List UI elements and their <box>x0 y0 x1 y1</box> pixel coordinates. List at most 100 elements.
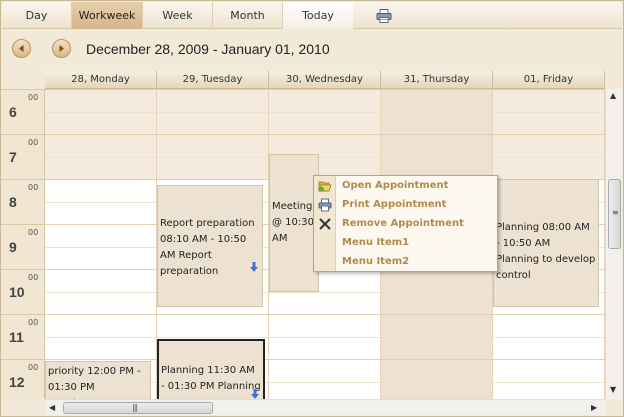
arrow-right-icon <box>59 45 64 52</box>
time-slot[interactable] <box>493 336 604 360</box>
time-slot[interactable] <box>381 336 492 360</box>
minute-label: 00 <box>28 363 39 372</box>
appointment-selected[interactable]: Planning 11:30 AM - 01:30 PM Planning <box>157 339 265 399</box>
hour-number: 12 <box>9 374 25 390</box>
time-slot[interactable] <box>381 111 492 135</box>
day-header[interactable]: 01, Friday <box>493 71 605 89</box>
view-week-button[interactable]: Week <box>143 2 213 29</box>
arrow-left-icon <box>19 45 24 52</box>
recurrence-arrow-icon <box>251 389 259 399</box>
day-header-row: 28, Monday 29, Tuesday 30, Wednesday 31,… <box>45 71 605 89</box>
time-slot[interactable] <box>45 314 156 337</box>
time-slot[interactable] <box>45 111 156 135</box>
appointment[interactable]: priority 12:00 PM - 01:30 PM appointment <box>45 361 151 399</box>
time-slot[interactable] <box>45 269 156 292</box>
view-toolbar: Day Workweek Week Month Today <box>2 2 622 29</box>
today-button[interactable]: Today <box>283 2 353 29</box>
time-slot[interactable] <box>45 336 156 360</box>
time-slot[interactable] <box>157 134 268 157</box>
menu-item-label: Menu Item2 <box>342 256 410 267</box>
next-period-button[interactable] <box>52 39 71 58</box>
appointment[interactable]: Meeting @ 10:30 AM <box>269 154 319 292</box>
time-slot[interactable] <box>157 89 268 112</box>
time-slot[interactable] <box>381 291 492 315</box>
day-header[interactable]: 30, Wednesday <box>269 71 381 89</box>
time-slot[interactable] <box>269 359 380 382</box>
scheduler-window: Day Workweek Week Month Today December 2… <box>0 0 624 417</box>
time-slot[interactable] <box>493 89 604 112</box>
minute-label: 00 <box>28 183 39 192</box>
vertical-scroll-thumb[interactable]: ≡ <box>608 179 621 249</box>
time-slot[interactable] <box>381 134 492 157</box>
time-slot[interactable] <box>45 134 156 157</box>
hour-label: 12 00 <box>1 359 45 399</box>
time-slot[interactable] <box>381 359 492 382</box>
day-header[interactable]: 28, Monday <box>45 71 157 89</box>
appointment-text: Meeting @ 10:30 AM <box>272 201 314 244</box>
time-slot[interactable] <box>381 381 492 399</box>
hour-label: 10 00 <box>1 269 45 315</box>
delete-x-icon <box>319 218 331 230</box>
time-slot[interactable] <box>381 314 492 337</box>
time-slot[interactable] <box>381 89 492 112</box>
time-slot[interactable] <box>157 156 268 180</box>
hour-number: 10 <box>9 284 25 300</box>
minute-label: 00 <box>28 228 39 237</box>
menu-item-2[interactable]: Menu Item2 <box>314 253 497 272</box>
time-slot[interactable] <box>493 314 604 337</box>
appointment-context-menu: Open Appointment Print Appointment Remov… <box>313 175 498 272</box>
scroll-up-icon[interactable]: ▲ <box>610 91 616 101</box>
menu-item-print-appointment[interactable]: Print Appointment <box>314 196 497 215</box>
time-slot[interactable] <box>45 291 156 315</box>
time-slot[interactable] <box>493 134 604 157</box>
minute-label: 00 <box>28 273 39 282</box>
menu-item-remove-appointment[interactable]: Remove Appointment <box>314 215 497 234</box>
time-slot[interactable] <box>45 224 156 247</box>
appointment[interactable]: Report preparation 08:10 AM - 10:50 AM R… <box>157 185 263 307</box>
time-slot[interactable] <box>157 111 268 135</box>
time-slot[interactable] <box>493 156 604 180</box>
time-slot[interactable] <box>269 291 380 315</box>
view-workweek-button[interactable]: Workweek <box>72 2 143 29</box>
time-slot[interactable] <box>269 336 380 360</box>
hour-number: 8 <box>9 194 17 210</box>
grip-icon: ||| <box>132 403 138 412</box>
scroll-right-icon[interactable]: ▶ <box>591 403 597 413</box>
date-navigation: December 28, 2009 - January 01, 2010 <box>2 30 622 70</box>
time-slot[interactable] <box>45 179 156 202</box>
day-header[interactable]: 31, Thursday <box>381 71 493 89</box>
previous-period-button[interactable] <box>12 39 31 58</box>
scroll-left-icon[interactable]: ◀ <box>49 403 55 413</box>
day-column-monday[interactable] <box>45 89 157 399</box>
scroll-down-icon[interactable]: ▼ <box>610 385 616 395</box>
menu-item-1[interactable]: Menu Item1 <box>314 234 497 253</box>
printer-icon <box>318 198 332 212</box>
printer-icon[interactable] <box>376 9 392 23</box>
appointment[interactable]: Planning 08:00 AM - 10:50 AM Planning to… <box>493 179 599 307</box>
time-slot[interactable] <box>493 359 604 382</box>
vertical-scrollbar[interactable]: ▲ ≡ ▼ <box>605 89 622 399</box>
hour-number: 9 <box>9 239 17 255</box>
time-slot[interactable] <box>269 89 380 112</box>
time-slot[interactable] <box>157 314 268 337</box>
horizontal-scrollbar[interactable]: ◀ ||| ▶ <box>45 399 605 415</box>
time-slot[interactable] <box>45 89 156 112</box>
view-day-button[interactable]: Day <box>2 2 72 29</box>
time-slot[interactable] <box>45 201 156 225</box>
time-slot[interactable] <box>269 314 380 337</box>
menu-item-open-appointment[interactable]: Open Appointment <box>314 177 497 196</box>
date-range-title: December 28, 2009 - January 01, 2010 <box>86 41 330 57</box>
time-slot[interactable] <box>269 381 380 399</box>
time-slot[interactable] <box>45 246 156 270</box>
menu-item-label: Remove Appointment <box>342 218 464 229</box>
time-slot[interactable] <box>381 269 492 292</box>
time-slot[interactable] <box>45 156 156 180</box>
time-slot[interactable] <box>269 111 380 135</box>
horizontal-scroll-thumb[interactable]: ||| <box>63 402 213 414</box>
calendar-grid: 6 00 7 00 8 00 9 00 10 00 11 00 12 00 Report pr… <box>1 89 605 399</box>
day-header[interactable]: 29, Tuesday <box>157 71 269 89</box>
time-slot[interactable] <box>493 381 604 399</box>
time-ruler: 6 00 7 00 8 00 9 00 10 00 11 00 12 00 <box>1 89 45 399</box>
time-slot[interactable] <box>493 111 604 135</box>
view-month-button[interactable]: Month <box>213 2 283 29</box>
